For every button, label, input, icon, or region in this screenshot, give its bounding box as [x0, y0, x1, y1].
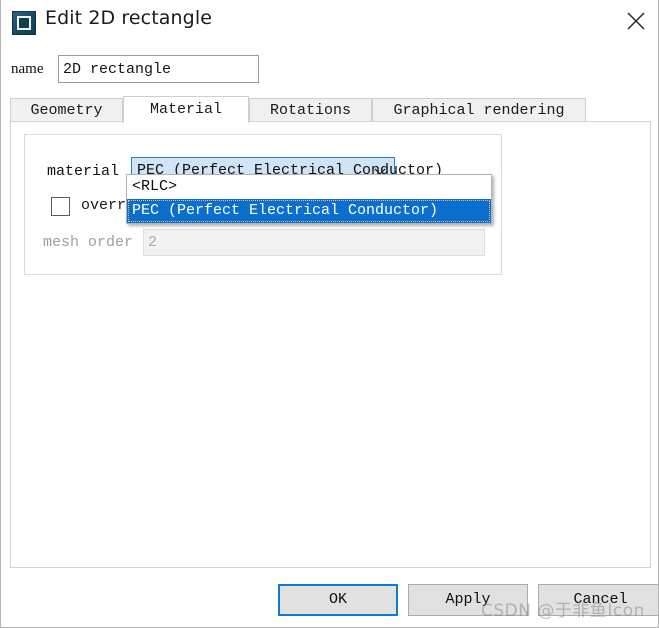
tab-graphical-rendering[interactable]: Graphical rendering — [372, 98, 586, 122]
tab-material[interactable]: Material — [123, 96, 249, 123]
dropdown-option-rlc[interactable]: <RLC> — [127, 175, 491, 199]
ok-button[interactable]: OK — [278, 584, 398, 616]
close-icon — [627, 12, 645, 30]
material-label: material — [47, 163, 120, 180]
name-input[interactable] — [58, 55, 259, 83]
tab-rotations[interactable]: Rotations — [249, 98, 372, 122]
title-bar: Edit 2D rectangle — [1, 0, 658, 48]
edit-2d-rectangle-dialog: Edit 2D rectangle name Geometry Material… — [0, 0, 659, 628]
apply-button[interactable]: Apply — [408, 584, 528, 616]
mesh-order-input[interactable]: 2 — [143, 229, 485, 256]
name-label: name — [11, 61, 44, 77]
override-mesh-order-label: overr — [81, 197, 127, 214]
cancel-button[interactable]: Cancel — [538, 584, 658, 616]
mesh-order-label: mesh order — [43, 234, 134, 251]
tab-strip: Geometry Material Rotations Graphical re… — [10, 96, 651, 123]
dropdown-option-pec[interactable]: PEC (Perfect Electrical Conductor) — [127, 199, 491, 223]
window-title: Edit 2D rectangle — [45, 7, 212, 29]
close-button[interactable] — [613, 0, 658, 40]
override-mesh-order-checkbox[interactable] — [51, 197, 70, 216]
material-dropdown-list[interactable]: <RLC> PEC (Perfect Electrical Conductor) — [126, 174, 492, 224]
rectangle-shape-icon — [12, 11, 36, 35]
tab-geometry[interactable]: Geometry — [10, 98, 123, 122]
name-row: name — [1, 55, 658, 87]
